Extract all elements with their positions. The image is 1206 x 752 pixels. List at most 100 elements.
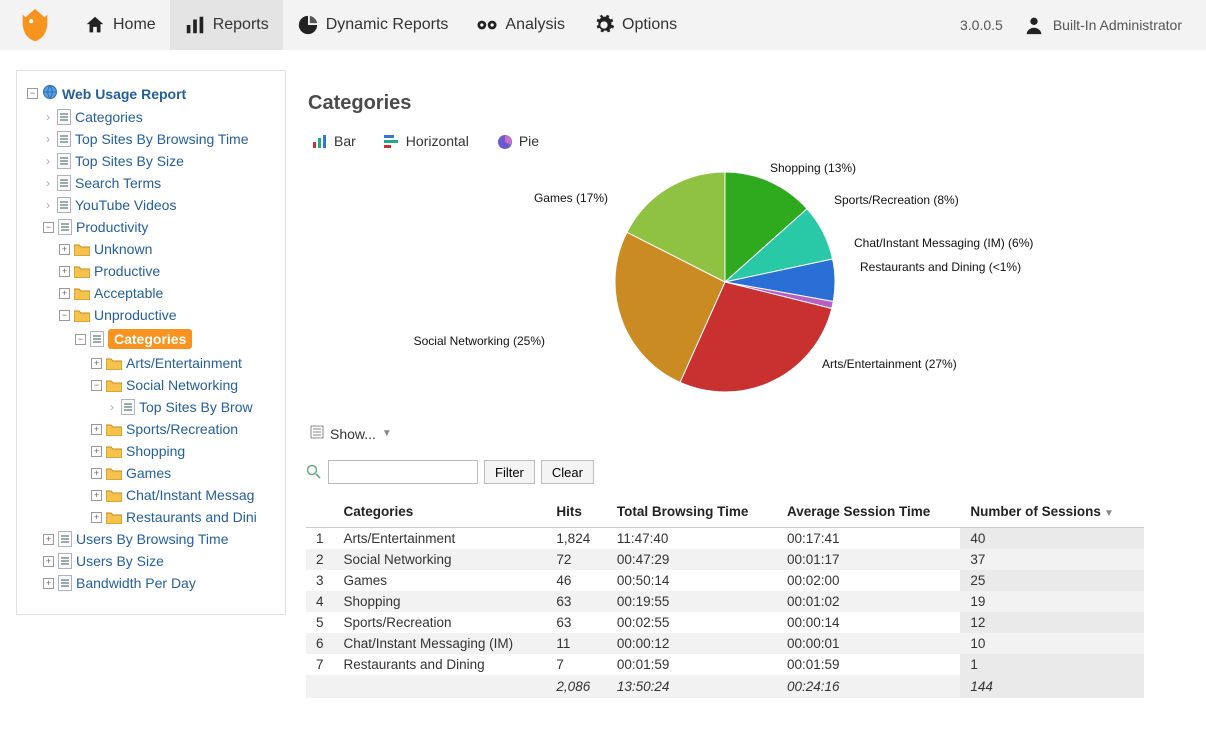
filter-input[interactable] — [328, 460, 478, 484]
page-title: Categories — [308, 92, 1206, 115]
user-icon — [1023, 14, 1045, 36]
pie-slice-label: Games (17%) — [534, 191, 608, 205]
folder-icon — [106, 379, 122, 392]
expand-icon[interactable]: + — [91, 468, 102, 479]
user-name: Built-In Administrator — [1053, 17, 1182, 33]
table-row[interactable]: 2Social Networking7200:47:2900:01:1737 — [306, 549, 1144, 570]
nav-options[interactable]: Options — [579, 0, 691, 50]
table-row[interactable]: 5Sports/Recreation6300:02:5500:00:1412 — [306, 612, 1144, 633]
tree-root[interactable]: − Web Usage Report — [25, 81, 285, 106]
expand-icon[interactable]: + — [91, 424, 102, 435]
nav-dynamic[interactable]: Dynamic Reports — [283, 0, 463, 50]
collapse-icon[interactable]: − — [43, 222, 54, 233]
tree-games[interactable]: +Games — [89, 462, 285, 484]
pie-slice-label: Sports/Recreation (8%) — [834, 193, 959, 207]
version-label: 3.0.0.5 — [960, 17, 1003, 33]
tree-topsites-time[interactable]: ›Top Sites By Browsing Time — [41, 128, 285, 150]
expand-icon[interactable]: › — [43, 198, 53, 212]
analysis-icon — [476, 14, 498, 36]
expand-icon[interactable]: › — [43, 176, 53, 190]
col-categories[interactable]: Categories — [334, 496, 547, 528]
expand-icon[interactable]: + — [91, 512, 102, 523]
nav-home[interactable]: Home — [70, 0, 170, 50]
report-icon — [58, 575, 72, 591]
filter-row: Filter Clear — [306, 460, 1206, 484]
nav-reports-label: Reports — [213, 16, 269, 34]
report-icon — [90, 331, 104, 347]
pie-svg — [610, 167, 840, 397]
report-icon — [57, 109, 71, 125]
tree-search-terms[interactable]: ›Search Terms — [41, 172, 285, 194]
table-row[interactable]: 7Restaurants and Dining700:01:5900:01:59… — [306, 654, 1144, 675]
expand-icon[interactable]: › — [43, 110, 53, 124]
expand-icon[interactable]: › — [43, 154, 53, 168]
collapse-icon[interactable]: − — [59, 310, 70, 321]
tree-unknown[interactable]: +Unknown — [57, 238, 285, 260]
tree-bandwidth[interactable]: +Bandwidth Per Day — [41, 572, 285, 594]
tree-topsites-size[interactable]: ›Top Sites By Size — [41, 150, 285, 172]
chart-type-horizontal[interactable]: Horizontal — [384, 133, 469, 149]
tree-sports[interactable]: +Sports/Recreation — [89, 418, 285, 440]
collapse-icon[interactable]: − — [75, 334, 86, 345]
col-hits[interactable]: Hits — [546, 496, 606, 528]
clear-button[interactable]: Clear — [541, 460, 594, 484]
expand-icon[interactable]: › — [107, 400, 117, 414]
content: Categories Bar Horizontal Pie Shopping (… — [306, 70, 1206, 698]
tree-restaurants[interactable]: +Restaurants and Dini — [89, 506, 285, 528]
table-row[interactable]: 1Arts/Entertainment1,82411:47:4000:17:41… — [306, 528, 1144, 550]
expand-icon[interactable]: + — [43, 534, 54, 545]
globe-report-icon — [42, 84, 58, 103]
nav-analysis[interactable]: Analysis — [462, 0, 579, 50]
expand-icon[interactable]: + — [59, 288, 70, 299]
show-dropdown[interactable]: Show... ▼ — [310, 425, 1206, 442]
tree-youtube[interactable]: ›YouTube Videos — [41, 194, 285, 216]
tree-productive[interactable]: +Productive — [57, 260, 285, 282]
tree-users-time[interactable]: +Users By Browsing Time — [41, 528, 285, 550]
expand-icon[interactable]: + — [91, 446, 102, 457]
tree-productivity[interactable]: −Productivity — [41, 216, 285, 238]
expand-icon[interactable]: + — [43, 556, 54, 567]
table-row[interactable]: 6Chat/Instant Messaging (IM)1100:00:1200… — [306, 633, 1144, 654]
table-row[interactable]: 3Games4600:50:1400:02:0025 — [306, 570, 1144, 591]
col-avg-time[interactable]: Average Session Time — [777, 496, 960, 528]
tree-acceptable[interactable]: +Acceptable — [57, 282, 285, 304]
collapse-icon[interactable]: − — [91, 380, 102, 391]
table-row[interactable]: 4Shopping6300:19:5500:01:0219 — [306, 591, 1144, 612]
pie-slice-label: Arts/Entertainment (27%) — [822, 357, 957, 371]
col-sessions[interactable]: Number of Sessions▼ — [960, 496, 1144, 528]
expand-icon[interactable]: + — [59, 266, 70, 277]
total-hits: 2,086 — [546, 675, 606, 698]
folder-icon — [106, 467, 122, 480]
tree-chat[interactable]: +Chat/Instant Messag — [89, 484, 285, 506]
tree-unp-categories[interactable]: −Categories — [73, 326, 285, 352]
tree-social-topsites[interactable]: ›Top Sites By Brow — [105, 396, 285, 418]
expand-icon[interactable]: + — [91, 490, 102, 501]
folder-icon — [74, 243, 90, 256]
expand-icon[interactable]: + — [43, 578, 54, 589]
reports-icon — [184, 14, 206, 36]
app-logo — [0, 6, 70, 44]
tree-arts[interactable]: +Arts/Entertainment — [89, 352, 285, 374]
report-icon — [58, 219, 72, 235]
chart-type-bar[interactable]: Bar — [312, 133, 356, 149]
folder-icon — [106, 445, 122, 458]
categories-table: Categories Hits Total Browsing Time Aver… — [306, 496, 1144, 698]
tree-shopping[interactable]: +Shopping — [89, 440, 285, 462]
tree-categories[interactable]: ›Categories — [41, 106, 285, 128]
col-total-time[interactable]: Total Browsing Time — [607, 496, 777, 528]
user-menu[interactable]: Built-In Administrator — [1023, 14, 1182, 36]
filter-button[interactable]: Filter — [484, 460, 535, 484]
gear-icon — [593, 14, 615, 36]
chart-type-pie[interactable]: Pie — [497, 133, 539, 149]
collapse-icon[interactable]: − — [27, 88, 38, 99]
sort-desc-icon: ▼ — [1104, 508, 1114, 519]
nav-options-label: Options — [622, 16, 677, 34]
expand-icon[interactable]: › — [43, 132, 53, 146]
tree-unproductive[interactable]: −Unproductive — [57, 304, 285, 326]
pie-slice-label: Social Networking (25%) — [414, 334, 545, 348]
nav-reports[interactable]: Reports — [170, 0, 283, 50]
tree-social[interactable]: −Social Networking — [89, 374, 285, 396]
expand-icon[interactable]: + — [59, 244, 70, 255]
expand-icon[interactable]: + — [91, 358, 102, 369]
tree-users-size[interactable]: +Users By Size — [41, 550, 285, 572]
